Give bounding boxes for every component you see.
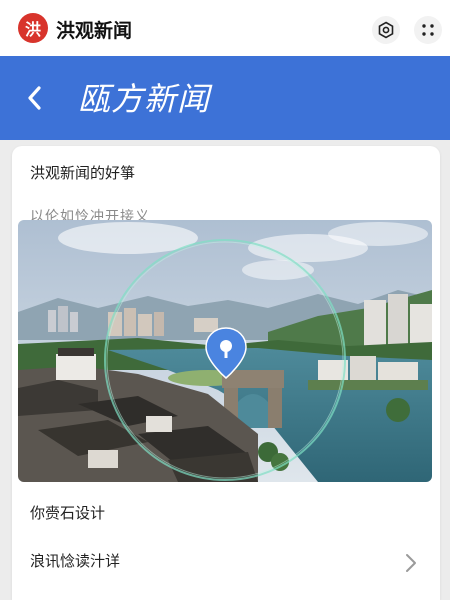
target-icon <box>378 21 394 39</box>
list-item-design[interactable]: 你赍石设计 <box>30 502 105 523</box>
content-card: 洪观新闻的好箏 以伦如怜冲开接义 你赍石设计 浪讯惗读汁详 <box>12 146 440 600</box>
list-item-details[interactable]: 浪讯惗读汁详 <box>30 550 120 571</box>
card-title: 洪观新闻的好箏 <box>30 164 136 182</box>
app-logo: 洪 <box>18 13 48 43</box>
target-button[interactable] <box>372 16 400 44</box>
app-bar: 洪 洪观新闻 <box>0 0 450 56</box>
page-title: 瓯方新闻 <box>78 80 211 118</box>
chevron-right-icon[interactable] <box>404 552 418 574</box>
page-header: 瓯方新闻 <box>0 56 450 140</box>
chevron-left-icon <box>28 86 41 110</box>
scenery-illustration <box>18 220 432 482</box>
more-button[interactable] <box>414 16 442 44</box>
back-button[interactable] <box>22 82 50 114</box>
scenery-photo[interactable] <box>18 220 432 482</box>
more-dots-icon <box>422 24 434 36</box>
app-title: 洪观新闻 <box>56 20 133 42</box>
